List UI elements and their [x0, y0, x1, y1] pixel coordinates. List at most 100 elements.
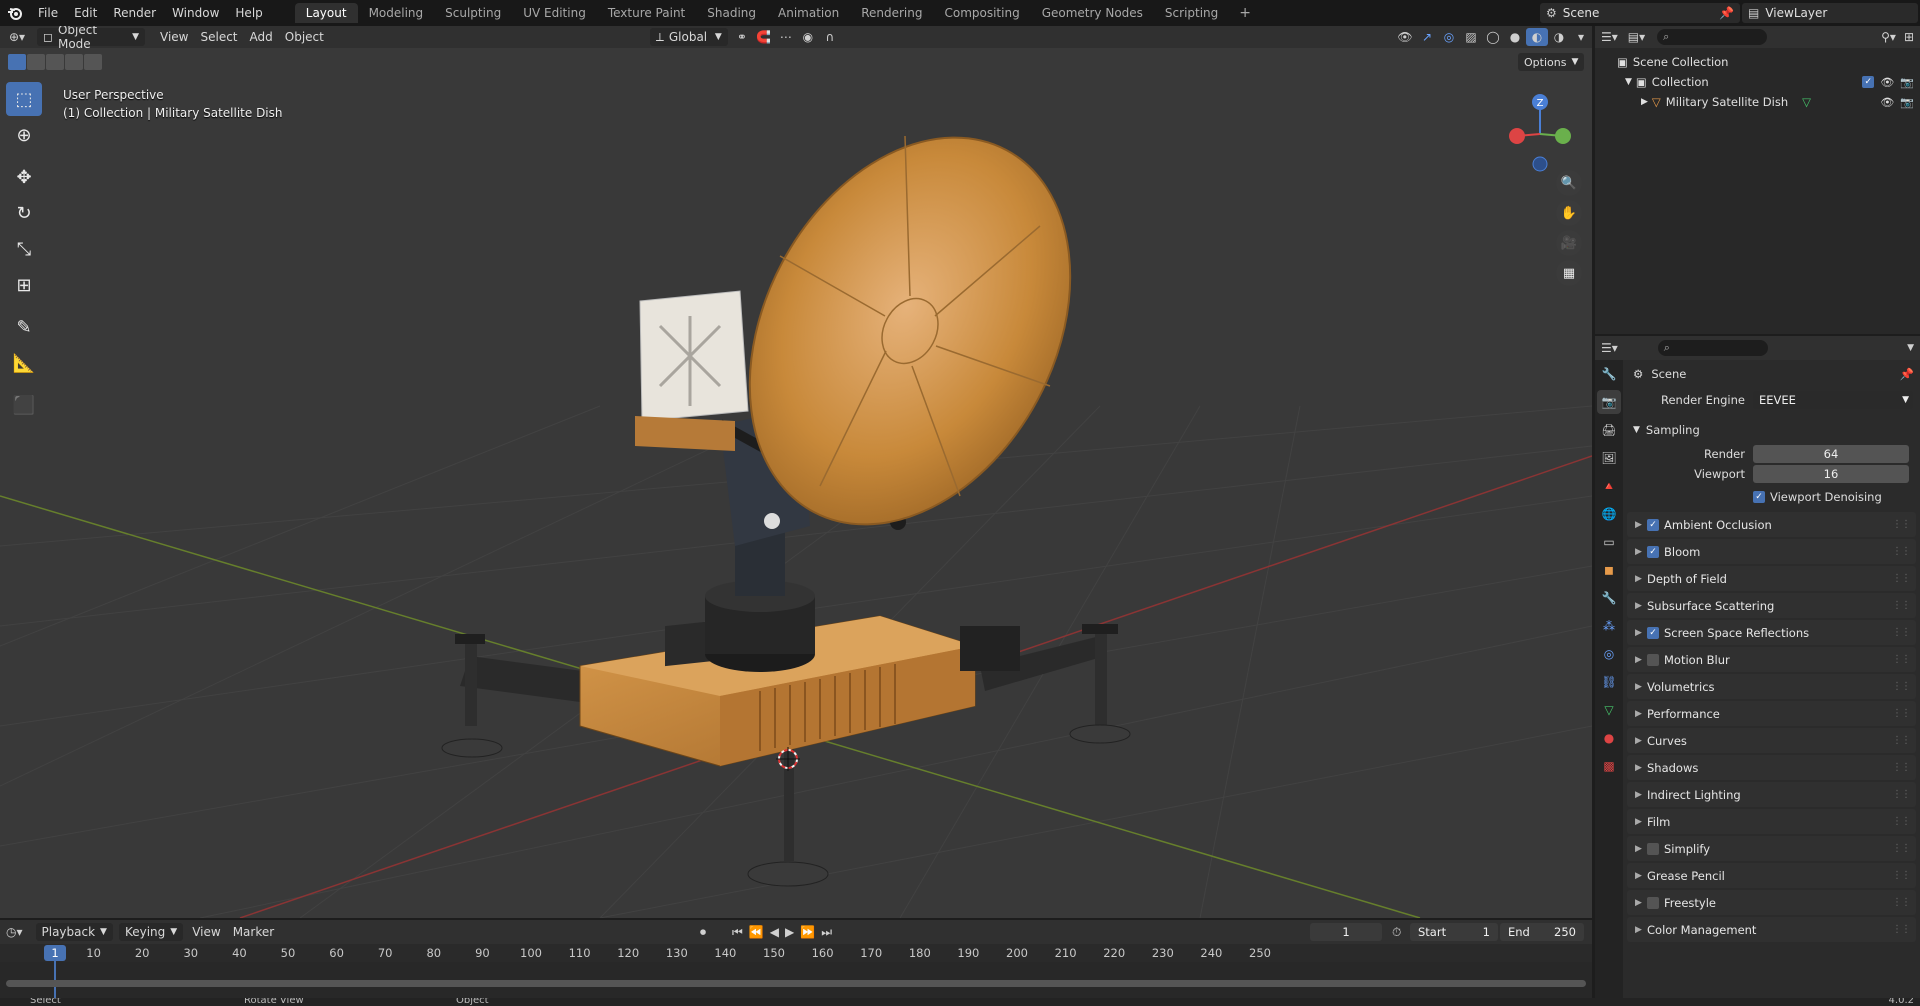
panel-motion-blur[interactable]: ▶ Motion Blur ⋮⋮	[1627, 647, 1916, 672]
particles-tab-icon[interactable]: ⁂	[1597, 614, 1621, 638]
current-frame-field[interactable]: 1	[1310, 923, 1382, 941]
panel-shadows[interactable]: ▶ Shadows ⋮⋮	[1627, 755, 1916, 780]
tab-scripting[interactable]: Scripting	[1154, 3, 1229, 23]
menu-edit[interactable]: Edit	[66, 0, 105, 26]
expand-arrow-icon[interactable]: ▶	[1641, 97, 1648, 107]
outliner-collection[interactable]: ▼ ▣ Collection ✓ 👁 📷	[1595, 72, 1920, 92]
drag-handle-icon[interactable]: ⋮⋮	[1892, 924, 1911, 935]
panel-checkbox[interactable]	[1647, 842, 1659, 855]
panel-curves[interactable]: ▶ Curves ⋮⋮	[1627, 728, 1916, 753]
drag-handle-icon[interactable]: ⋮⋮	[1892, 573, 1911, 584]
stopwatch-icon[interactable]: ⏱	[1392, 925, 1401, 940]
options-button[interactable]: Options ▼	[1518, 53, 1585, 71]
drag-handle-icon[interactable]: ⋮⋮	[1892, 654, 1911, 665]
render-camera-icon[interactable]: 📷	[1900, 76, 1914, 89]
scene-selector[interactable]: ⚙ Scene 📌	[1540, 3, 1740, 23]
select-invert-icon[interactable]	[65, 54, 83, 70]
3d-viewport[interactable]: ⊕▾ ◻ Object Mode ▼ View Select Add Object ⟂…	[0, 26, 1592, 918]
overlay-toggle-icon[interactable]: ◎	[1438, 28, 1460, 46]
drag-handle-icon[interactable]: ⋮⋮	[1892, 627, 1911, 638]
add-cube-tool-icon[interactable]: ⬛	[6, 388, 42, 422]
editor-type-icon[interactable]: ☰▾	[1601, 30, 1618, 44]
jump-end-icon[interactable]: ⏭	[821, 925, 832, 940]
outliner-search-input[interactable]: ⌕	[1657, 29, 1768, 45]
sampling-render-field[interactable]: 64	[1753, 445, 1909, 463]
scene-tab-icon[interactable]: 🔺	[1597, 474, 1621, 498]
timeline-scrollbar[interactable]	[6, 980, 1586, 987]
panel-freestyle[interactable]: ▶ Freestyle ⋮⋮	[1627, 890, 1916, 915]
tab-sculpting[interactable]: Sculpting	[434, 3, 512, 23]
drag-handle-icon[interactable]: ⋮⋮	[1892, 708, 1911, 719]
move-tool-icon[interactable]: ✥	[6, 160, 42, 194]
perspective-toggle-icon[interactable]: ▦	[1556, 260, 1582, 286]
orientation-dropdown[interactable]: ⟂ Global ▼	[649, 28, 728, 46]
material-tab-icon[interactable]: ●	[1597, 726, 1621, 750]
eye-icon[interactable]: 👁	[1880, 76, 1894, 89]
end-frame-field[interactable]: End 250	[1500, 923, 1584, 941]
timeline-menu-view[interactable]: View	[186, 923, 226, 941]
panel-checkbox[interactable]: ✓	[1647, 545, 1659, 558]
viewport-denoising-checkbox[interactable]: ✓	[1753, 491, 1765, 503]
blender-logo-icon[interactable]	[0, 0, 30, 26]
timeline-ruler[interactable]: 10 20 30 40 50 60 70 80 90 100 110 120 130 140 150 160 1…	[0, 944, 1592, 962]
panel-color-management[interactable]: ▶ Color Management ⋮⋮	[1627, 917, 1916, 942]
panel-film[interactable]: ▶ Film ⋮⋮	[1627, 809, 1916, 834]
play-icon[interactable]: ▶	[785, 925, 794, 939]
panel-depth-of-field[interactable]: ▶ Depth of Field ⋮⋮	[1627, 566, 1916, 591]
drag-handle-icon[interactable]: ⋮⋮	[1892, 681, 1911, 692]
start-frame-field[interactable]: Start 1	[1410, 923, 1498, 941]
editor-type-icon[interactable]: ◷▾	[6, 925, 23, 939]
output-tab-icon[interactable]: 🖨	[1597, 418, 1621, 442]
jump-start-icon[interactable]: ⏮	[732, 925, 743, 940]
viewport-menu-add[interactable]: Add	[244, 28, 279, 46]
modifier-tab-icon[interactable]: 🔧	[1597, 586, 1621, 610]
panel-simplify[interactable]: ▶ Simplify ⋮⋮	[1627, 836, 1916, 861]
editor-type-icon[interactable]: ☰▾	[1601, 341, 1618, 355]
outliner-scene-collection[interactable]: ▣ Scene Collection	[1595, 52, 1920, 72]
panel-bloom[interactable]: ▶ ✓ Bloom ⋮⋮	[1627, 539, 1916, 564]
timeline-menu-keying[interactable]: Keying ▼	[118, 923, 184, 941]
physics-tab-icon[interactable]: ◎	[1597, 642, 1621, 666]
xray-icon[interactable]: ▨	[1460, 28, 1482, 46]
drag-handle-icon[interactable]: ⋮⋮	[1892, 897, 1911, 908]
navigation-gizmo[interactable]: Z	[1500, 84, 1580, 174]
panel-screen-space-reflections[interactable]: ▶ ✓ Screen Space Reflections ⋮⋮	[1627, 620, 1916, 645]
panel-checkbox[interactable]: ✓	[1647, 626, 1659, 639]
solid-shading-icon[interactable]: ●	[1504, 28, 1526, 46]
drag-handle-icon[interactable]: ⋮⋮	[1892, 816, 1911, 827]
proportional-edit-icon[interactable]: ◉	[797, 28, 819, 46]
pivot-icon[interactable]: ⚭	[731, 28, 753, 46]
menu-help[interactable]: Help	[227, 0, 270, 26]
pan-hand-icon[interactable]: ✋	[1556, 200, 1582, 226]
outliner-object[interactable]: ▶ ▽ Military Satellite Dish ▽ 👁 📷	[1595, 92, 1920, 112]
tab-shading[interactable]: Shading	[696, 3, 767, 23]
measure-tool-icon[interactable]: 📐	[6, 346, 42, 380]
viewport-menu-select[interactable]: Select	[194, 28, 243, 46]
select-new-icon[interactable]	[8, 54, 26, 70]
display-mode-icon[interactable]: ▤▾	[1628, 30, 1645, 44]
snap-icon[interactable]: 🧲	[753, 28, 775, 46]
tab-compositing[interactable]: Compositing	[933, 3, 1030, 23]
playhead[interactable]: 1	[44, 945, 66, 961]
gizmo-toggle-icon[interactable]: ↗	[1416, 28, 1438, 46]
panel-ambient-occlusion[interactable]: ▶ ✓ Ambient Occlusion ⋮⋮	[1627, 512, 1916, 537]
rendered-shading-icon[interactable]: ◑	[1548, 28, 1570, 46]
render-camera-icon[interactable]: 📷	[1900, 96, 1914, 109]
view-layer-tab-icon[interactable]: 🖼	[1597, 446, 1621, 470]
transform-tool-icon[interactable]: ⊞	[6, 268, 42, 302]
panel-indirect-lighting[interactable]: ▶ Indirect Lighting ⋮⋮	[1627, 782, 1916, 807]
viewport-menu-view[interactable]: View	[154, 28, 194, 46]
exclude-checkbox[interactable]: ✓	[1862, 75, 1875, 88]
panel-checkbox[interactable]	[1647, 896, 1659, 909]
panel-grease-pencil[interactable]: ▶ Grease Pencil ⋮⋮	[1627, 863, 1916, 888]
drag-handle-icon[interactable]: ⋮⋮	[1892, 789, 1911, 800]
object-tab-icon[interactable]: ◼	[1597, 558, 1621, 582]
viewport-menu-object[interactable]: Object	[279, 28, 330, 46]
render-tab-icon[interactable]: 📷	[1597, 390, 1621, 414]
shading-options-icon[interactable]: ▾	[1570, 28, 1592, 46]
editor-type-icon[interactable]: ⊕▾	[0, 28, 34, 46]
annotate-tool-icon[interactable]: ✎	[6, 310, 42, 344]
panel-volumetrics[interactable]: ▶ Volumetrics ⋮⋮	[1627, 674, 1916, 699]
tab-modeling[interactable]: Modeling	[358, 3, 435, 23]
rotate-tool-icon[interactable]: ↻	[6, 196, 42, 230]
